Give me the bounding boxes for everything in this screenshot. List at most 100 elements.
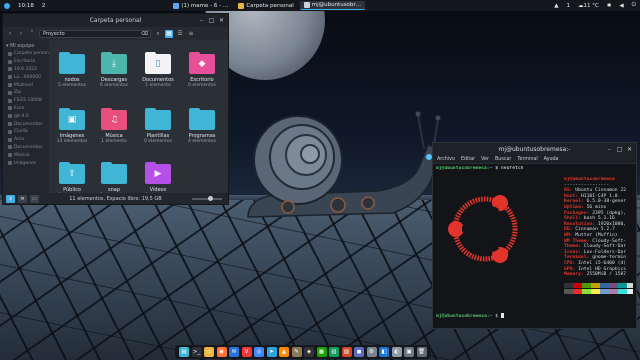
sidebar-item-label: MLblood [14,82,33,88]
tray-battery[interactable]: 1 [562,0,574,11]
start-menu-button[interactable] [0,0,14,11]
video-icon [173,2,180,9]
zoom-handle[interactable] [208,195,213,201]
file-manager-titlebar[interactable]: Carpeta personal – □ ✕ [3,14,228,27]
prompt-user: mj@ubuntusobremesa: [436,314,490,319]
software-icon[interactable]: ◼ [354,347,364,357]
view-list-mode-button[interactable]: ☰ [176,30,184,38]
sidebar-item[interactable]: FILES 10008 [3,97,49,105]
sidebar-item[interactable]: Cluilla [3,128,49,136]
file-item[interactable]: ♫ Música 1 elemento [93,108,135,144]
info-key: Memory: [564,272,584,278]
sidebar-item[interactable]: €uro [3,105,49,113]
zoom-slider[interactable] [192,195,222,201]
screenshot-icon[interactable]: ▣ [404,347,414,357]
info-value: Intel i5-6400 (4) [575,260,627,266]
clock[interactable]: 10:18 [14,0,38,11]
sidebar-item[interactable]: git-4.0 [3,112,49,120]
show-tree-button[interactable]: ≣ [18,194,27,203]
gimp-icon[interactable]: ✎ [291,347,302,357]
taskbar-item-terminal[interactable]: mj@ubuntusobr… [299,1,366,10]
start-menu-icon [4,2,10,9]
menu-item-buscar[interactable]: Buscar [495,157,511,162]
vlc-icon[interactable]: ▲ [279,347,289,357]
timeshift-icon[interactable]: ◐ [391,347,402,357]
trash-icon[interactable]: 🗑 [416,347,427,357]
sidebar-item[interactable]: Arca [3,136,49,144]
files-icon[interactable]: ▤ [179,347,189,357]
view-icon-mode-button[interactable]: ▦ [165,29,173,38]
search-icon[interactable]: ⌕ [154,30,162,38]
sidebar-item[interactable]: Música [3,151,49,159]
tray-bluetooth-icon[interactable]: ✱ [603,0,616,11]
up-icon[interactable]: ˄ [28,30,36,38]
sidebar-item[interactable]: Documentos [3,144,49,152]
file-item[interactable]: nodos 5 elementos [51,52,93,88]
sidebar-item[interactable]: MLblood [3,81,49,89]
minimize-icon[interactable]: – [198,17,205,24]
impress-icon[interactable]: ▧ [341,347,352,357]
minimize-icon[interactable]: – [606,146,613,153]
back-icon[interactable]: ‹ [6,30,14,38]
sidebar-item-label: Escritorio [14,59,36,65]
task-label: (1) mame ‑ 6 ‑ … [181,2,229,9]
location-bar[interactable]: Proyecto ⌫ [39,29,151,38]
maximize-icon[interactable]: □ [616,146,623,153]
menu-item-terminal[interactable]: Terminal [517,157,537,162]
workspace-switcher[interactable]: 2 [38,0,50,11]
folder-emblem-icon: ▣ [67,115,77,125]
terminal-menubar: Archivo Editar Ver Buscar Terminal Ayuda [433,155,636,164]
file-item[interactable]: ◆ Escritorio 0 elementos [181,52,223,88]
sidebar-item[interactable]: Documentos [3,120,49,128]
close-icon[interactable]: ✕ [626,146,633,153]
hide-sidebar-button[interactable]: ▭ [30,194,39,203]
thunderbird-icon[interactable]: ✉ [229,347,239,357]
inkscape-icon[interactable]: ◈ [304,347,314,357]
close-icon[interactable]: ✕ [218,17,225,24]
chrome-icon[interactable]: ◎ [254,347,264,357]
file-item[interactable]: Programas 4 elementos [181,108,223,144]
clear-location-icon[interactable]: ⌫ [141,31,150,37]
calc-icon[interactable]: ▥ [329,347,339,357]
prompt-dir: ~ [489,166,493,171]
terminal-output[interactable]: mj@ubuntusobremesa:~ $ neofetch mj@ubunt… [436,166,633,325]
libreoffice-icon[interactable]: ▦ [316,347,327,357]
sidebar-item[interactable]: Zip [3,89,49,97]
show-places-button[interactable]: ▮ [6,194,15,203]
menu-item-archivo[interactable]: Archivo [437,157,455,162]
menu-item-ayuda[interactable]: Ayuda [544,157,559,162]
file-item[interactable]: ⤓ Descargas 6 elementos [93,52,135,88]
tray-network-icon[interactable]: ▲ [550,0,562,11]
appstore-icon[interactable]: ◧ [379,347,389,357]
folder-icon[interactable]: ▭ [204,347,214,357]
forward-icon[interactable]: › [17,30,25,38]
terminal-icon[interactable]: >_ [191,347,202,357]
firefox-icon[interactable]: ◉ [216,347,227,357]
folder-emblem-icon: ◆ [198,59,206,69]
view-compact-mode-button[interactable]: ≡ [187,30,195,38]
sidebar-item[interactable]: Imágenes [3,159,49,167]
terminal-titlebar[interactable]: mj@ubuntusobremesa:- – □ ✕ [433,143,636,155]
taskbar-item-video[interactable]: (1) mame ‑ 6 ‑ … [169,1,232,10]
maximize-icon[interactable]: □ [208,17,215,24]
tray-weather[interactable]: ☁ 11 °C [574,0,603,11]
sidebar-item[interactable]: 19.6.2023 [3,66,49,74]
settings-icon[interactable]: ⚙ [366,347,377,357]
tray-volume-icon[interactable]: ◀ [615,0,627,11]
file-item[interactable]: ▯ Documentos 1 elemento [137,52,179,88]
file-item[interactable]: Plantillas 0 elementos [137,108,179,144]
menu-item-editar[interactable]: Editar [461,157,475,162]
task-label: mj@ubuntusobr… [311,2,362,8]
menu-item-ver[interactable]: Ver [481,157,489,162]
file-count: 1 elemento [145,83,171,88]
info-key: Theme: [564,244,581,250]
vivaldi-icon[interactable]: V [241,347,252,357]
tray-power-icon[interactable]: ⏻ [628,0,640,11]
sidebar-item[interactable]: Escritorio [3,58,49,66]
telegram-icon[interactable]: ➤ [266,347,277,357]
sidebar-header-label: Mi equipo [10,43,35,49]
file-item[interactable]: ▣ Imágenes 14 elementos [51,108,93,144]
sidebar-item[interactable]: Lu…000000 [3,73,49,81]
taskbar-item-files[interactable]: Carpeta personal [234,1,297,10]
sidebar-item[interactable]: Carpeta personal [3,50,49,58]
